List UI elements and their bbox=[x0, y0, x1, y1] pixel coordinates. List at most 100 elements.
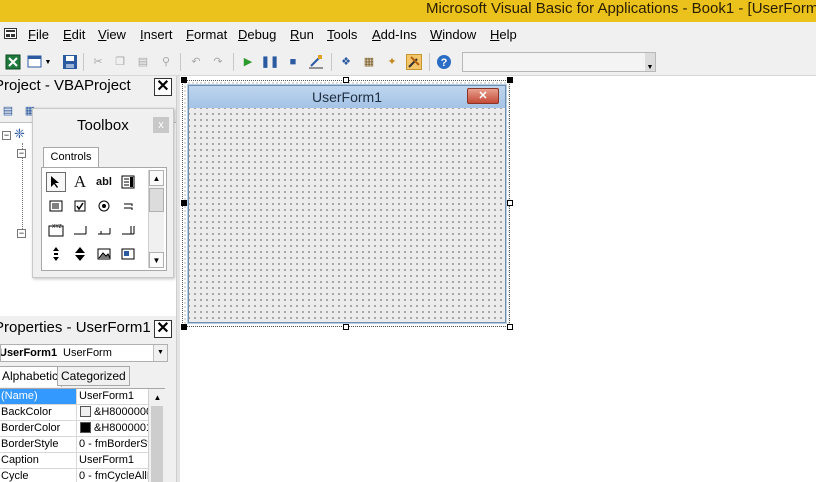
copy-icon[interactable]: ❐ bbox=[112, 54, 128, 70]
property-value[interactable]: UserForm1 bbox=[78, 389, 148, 404]
insert-dropdown-arrow-icon[interactable]: ▼ bbox=[44, 54, 52, 70]
menu-help[interactable]: Help bbox=[490, 28, 517, 42]
toolbox-scrollbar[interactable]: ▲ ▼ bbox=[148, 170, 164, 268]
scroll-up-icon[interactable]: ▲ bbox=[149, 170, 164, 186]
break-icon[interactable]: ❚❚ bbox=[261, 54, 279, 70]
property-name: BackColor bbox=[0, 405, 77, 420]
property-row[interactable]: BackColor &H8000000F& bbox=[0, 405, 148, 421]
multipage-control-icon[interactable] bbox=[118, 220, 138, 240]
property-value[interactable]: 0 - fmCycleAllForms bbox=[78, 469, 148, 482]
toggle-button-control-icon[interactable] bbox=[118, 196, 138, 216]
toolbox-close-icon[interactable]: x bbox=[153, 117, 169, 133]
resize-handle[interactable] bbox=[343, 324, 349, 330]
expand-collapse-icon[interactable]: − bbox=[17, 229, 26, 238]
find-icon[interactable]: ⚲ bbox=[158, 54, 174, 70]
properties-scrollbar[interactable]: ▲ bbox=[148, 389, 165, 482]
close-icon[interactable]: ✕ bbox=[154, 78, 172, 96]
properties-window-icon[interactable]: ▦ bbox=[361, 54, 377, 70]
frame-control-icon[interactable]: XYZ bbox=[46, 220, 66, 240]
insert-userform-icon[interactable] bbox=[27, 54, 43, 70]
menu-add-ins[interactable]: Add-Ins bbox=[372, 28, 417, 42]
color-swatch bbox=[80, 422, 91, 433]
scroll-down-icon[interactable]: ▼ bbox=[149, 252, 164, 268]
image-control-icon[interactable] bbox=[94, 244, 114, 264]
menu-view[interactable]: View bbox=[98, 28, 126, 42]
tab-controls[interactable]: Controls bbox=[43, 147, 99, 167]
module-system-icon[interactable] bbox=[4, 28, 17, 39]
listbox-control-icon[interactable] bbox=[46, 196, 66, 216]
property-name: BorderStyle bbox=[0, 437, 77, 452]
design-mode-icon[interactable] bbox=[308, 54, 324, 70]
label-control-icon[interactable]: A bbox=[70, 172, 90, 192]
help-icon[interactable]: ? bbox=[436, 54, 452, 70]
chevron-down-icon[interactable]: ▼ bbox=[153, 345, 167, 361]
tabstrip-control-icon[interactable] bbox=[94, 220, 114, 240]
property-row[interactable]: Caption UserForm1 bbox=[0, 453, 148, 469]
scroll-thumb[interactable] bbox=[151, 406, 163, 482]
run-icon[interactable]: ▶ bbox=[240, 54, 256, 70]
reset-icon[interactable]: ■ bbox=[285, 54, 301, 70]
menu-debug[interactable]: Debug bbox=[238, 28, 276, 42]
save-icon[interactable] bbox=[62, 54, 78, 70]
property-row[interactable]: BorderStyle 0 - fmBorderStyleNone bbox=[0, 437, 148, 453]
refedit-control-icon[interactable] bbox=[118, 244, 138, 264]
property-value-cell[interactable]: &H8000000F& bbox=[78, 405, 148, 420]
object-browser-icon[interactable]: ✦ bbox=[384, 54, 400, 70]
userform-design-grid[interactable] bbox=[189, 108, 505, 322]
command-button-control-icon[interactable] bbox=[70, 220, 90, 240]
scroll-up-icon[interactable]: ▲ bbox=[150, 390, 165, 405]
cut-icon[interactable]: ✂ bbox=[90, 54, 106, 70]
toolbox-title: Toolbox bbox=[77, 117, 129, 134]
close-icon[interactable]: ✕ bbox=[154, 320, 172, 338]
checkbox-control-icon[interactable] bbox=[70, 196, 90, 216]
menu-insert[interactable]: Insert bbox=[140, 28, 173, 42]
resize-handle[interactable] bbox=[507, 200, 513, 206]
menu-run[interactable]: Run bbox=[290, 28, 314, 42]
menu-file[interactable]: File bbox=[28, 28, 49, 42]
property-name: BorderColor bbox=[0, 421, 77, 436]
option-button-control-icon[interactable] bbox=[94, 196, 114, 216]
excel-view-icon[interactable] bbox=[5, 54, 21, 70]
menu-edit[interactable]: Edit bbox=[63, 28, 85, 42]
resize-handle bbox=[181, 324, 187, 330]
title-bar: Microsoft Visual Basic for Applications … bbox=[0, 0, 816, 22]
toolbar-options-arrow-icon[interactable]: ▼ bbox=[645, 53, 655, 71]
redo-icon[interactable]: ↷ bbox=[210, 54, 226, 70]
paste-icon[interactable]: ▤ bbox=[135, 54, 151, 70]
property-value: &H80000012& bbox=[94, 422, 148, 434]
project-explorer-icon[interactable]: ❖ bbox=[338, 54, 354, 70]
menu-tools[interactable]: Tools bbox=[327, 28, 357, 42]
scrollbar-control-icon[interactable] bbox=[46, 244, 66, 264]
userform[interactable]: UserForm1 ✕ bbox=[188, 85, 506, 323]
toolbox-icon[interactable] bbox=[406, 54, 422, 70]
spinbutton-control-icon[interactable] bbox=[70, 244, 90, 264]
menu-format[interactable]: Format bbox=[186, 28, 227, 42]
menu-bar: File Edit View Insert Format Debug Run T… bbox=[0, 22, 816, 48]
property-name: (Name) bbox=[0, 389, 77, 404]
combobox-control-icon[interactable] bbox=[118, 172, 138, 192]
scroll-thumb[interactable] bbox=[149, 188, 164, 212]
window-title: Microsoft Visual Basic for Applications … bbox=[426, 0, 816, 17]
expand-collapse-icon[interactable]: − bbox=[2, 131, 11, 140]
tab-alphabetic[interactable]: Alphabetic bbox=[0, 366, 63, 387]
userform-close-icon[interactable]: ✕ bbox=[467, 88, 499, 104]
undo-icon[interactable]: ↶ bbox=[188, 54, 204, 70]
property-value[interactable]: 0 - fmBorderStyleNone bbox=[78, 437, 148, 452]
property-row[interactable]: BorderColor &H80000012& bbox=[0, 421, 148, 437]
property-value[interactable]: UserForm1 bbox=[78, 453, 148, 468]
vba-project-icon[interactable]: ❈ bbox=[14, 126, 25, 142]
property-row[interactable]: (Name) UserForm1 bbox=[0, 389, 148, 405]
textbox-control-icon[interactable]: abl bbox=[94, 172, 114, 192]
object-selector[interactable]: UserForm1 UserForm ▼ bbox=[0, 344, 168, 362]
property-row[interactable]: Cycle 0 - fmCycleAllForms bbox=[0, 469, 148, 482]
select-objects-icon[interactable] bbox=[46, 172, 66, 192]
expand-collapse-icon[interactable]: − bbox=[17, 149, 26, 158]
resize-handle[interactable] bbox=[507, 324, 513, 330]
userform-caption: UserForm1 bbox=[311, 89, 382, 105]
property-value-cell[interactable]: &H80000012& bbox=[78, 421, 148, 436]
menu-window[interactable]: Window bbox=[430, 28, 476, 42]
tab-categorized[interactable]: Categorized bbox=[57, 366, 130, 386]
view-code-icon[interactable]: ▤ bbox=[0, 103, 16, 119]
resize-handle bbox=[343, 77, 349, 83]
standard-toolbar: ▼ ✂ ❐ ▤ ⚲ ↶ ↷ ▶ ❚❚ ■ ❖ ▦ ✦ ? ▼ bbox=[0, 48, 816, 76]
